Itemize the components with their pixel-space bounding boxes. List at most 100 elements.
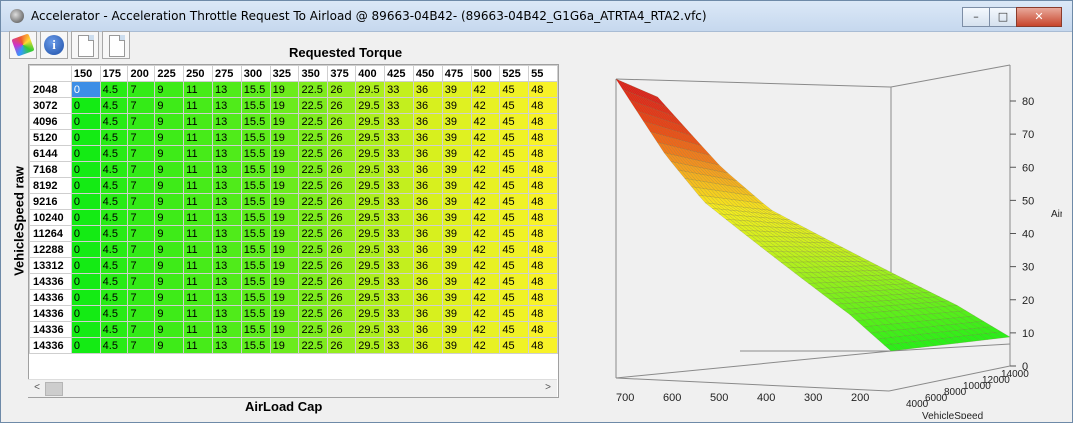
table-cell[interactable]: 7 bbox=[127, 257, 156, 274]
table-cell[interactable]: 22.5 bbox=[298, 305, 329, 322]
table-cell[interactable]: 36 bbox=[412, 193, 443, 210]
column-header[interactable]: 375 bbox=[327, 65, 357, 82]
table-cell[interactable]: 4.5 bbox=[99, 97, 129, 114]
table-cell[interactable]: 42 bbox=[470, 257, 501, 274]
table-cell[interactable]: 15.5 bbox=[240, 113, 271, 130]
table-cell[interactable]: 26 bbox=[327, 241, 357, 258]
table-cell[interactable]: 45 bbox=[499, 273, 530, 290]
table-cell[interactable]: 4.5 bbox=[99, 161, 129, 178]
table-cell[interactable]: 19 bbox=[269, 161, 300, 178]
table-cell[interactable]: 11 bbox=[183, 241, 213, 258]
table-cell[interactable]: 19 bbox=[269, 225, 300, 242]
table-cell[interactable]: 9 bbox=[154, 337, 185, 354]
table-cell[interactable]: 15.5 bbox=[240, 193, 271, 210]
table-cell[interactable]: 22.5 bbox=[298, 257, 329, 274]
table-cell[interactable]: 9 bbox=[154, 81, 185, 98]
table-cell[interactable]: 48 bbox=[528, 321, 558, 338]
table-cell[interactable]: 15.5 bbox=[240, 209, 271, 226]
table-cell[interactable]: 22.5 bbox=[298, 273, 329, 290]
table-cell[interactable]: 9 bbox=[154, 145, 185, 162]
table-cell[interactable]: 4.5 bbox=[99, 273, 129, 290]
table-cell[interactable]: 45 bbox=[499, 145, 530, 162]
table-cell[interactable]: 9 bbox=[154, 321, 185, 338]
table-cell[interactable]: 26 bbox=[327, 257, 357, 274]
table-cell[interactable]: 36 bbox=[412, 177, 443, 194]
table-cell[interactable]: 26 bbox=[327, 193, 357, 210]
table-cell[interactable]: 7 bbox=[127, 337, 156, 354]
table-cell[interactable]: 0 bbox=[70, 177, 101, 194]
table-cell[interactable]: 45 bbox=[499, 97, 530, 114]
table-cell[interactable]: 19 bbox=[269, 129, 300, 146]
column-header[interactable]: 525 bbox=[499, 65, 530, 82]
table-cell[interactable]: 48 bbox=[528, 113, 558, 130]
table-cell[interactable]: 48 bbox=[528, 289, 558, 306]
table-cell[interactable]: 36 bbox=[412, 305, 443, 322]
table-cell[interactable]: 39 bbox=[441, 113, 472, 130]
table-cell[interactable]: 29.5 bbox=[355, 129, 386, 146]
table-cell[interactable]: 48 bbox=[528, 145, 558, 162]
table-cell[interactable]: 48 bbox=[528, 81, 558, 98]
table-cell[interactable]: 0 bbox=[70, 193, 101, 210]
table-cell[interactable]: 33 bbox=[384, 321, 414, 338]
table-cell[interactable]: 36 bbox=[412, 161, 443, 178]
table-cell[interactable]: 19 bbox=[269, 209, 300, 226]
table-cell[interactable]: 4.5 bbox=[99, 193, 129, 210]
table-cell[interactable]: 15.5 bbox=[240, 257, 271, 274]
table-cell[interactable]: 26 bbox=[327, 161, 357, 178]
column-header[interactable]: 425 bbox=[384, 65, 414, 82]
table-cell[interactable]: 9 bbox=[154, 177, 185, 194]
minimize-button[interactable]: – bbox=[962, 7, 990, 27]
table-cell[interactable]: 42 bbox=[470, 209, 501, 226]
table-cell[interactable]: 42 bbox=[470, 177, 501, 194]
table-cell[interactable]: 0 bbox=[70, 113, 101, 130]
row-header[interactable]: 9216 bbox=[29, 193, 72, 210]
table-cell[interactable]: 0 bbox=[70, 305, 101, 322]
table-cell[interactable]: 11 bbox=[183, 209, 213, 226]
table-cell[interactable]: 13 bbox=[211, 209, 242, 226]
table-cell[interactable]: 29.5 bbox=[355, 257, 386, 274]
table-cell[interactable]: 9 bbox=[154, 161, 185, 178]
table-cell[interactable]: 22.5 bbox=[298, 241, 329, 258]
table-cell[interactable]: 9 bbox=[154, 209, 185, 226]
column-header[interactable]: 325 bbox=[269, 65, 300, 82]
table-cell[interactable]: 29.5 bbox=[355, 145, 386, 162]
table-cell[interactable]: 33 bbox=[384, 81, 414, 98]
table-cell[interactable]: 29.5 bbox=[355, 321, 386, 338]
table-cell[interactable]: 19 bbox=[269, 305, 300, 322]
table-cell[interactable]: 26 bbox=[327, 113, 357, 130]
row-header[interactable]: 5120 bbox=[29, 129, 72, 146]
table-cell[interactable]: 7 bbox=[127, 193, 156, 210]
table-cell[interactable]: 33 bbox=[384, 273, 414, 290]
table-cell[interactable]: 39 bbox=[441, 97, 472, 114]
table-cell[interactable]: 29.5 bbox=[355, 81, 386, 98]
table-cell[interactable]: 48 bbox=[528, 305, 558, 322]
table-cell[interactable]: 7 bbox=[127, 145, 156, 162]
column-header[interactable]: 300 bbox=[240, 65, 271, 82]
table-cell[interactable]: 9 bbox=[154, 113, 185, 130]
table-cell[interactable]: 45 bbox=[499, 225, 530, 242]
table-cell[interactable]: 15.5 bbox=[240, 305, 271, 322]
table-cell[interactable]: 13 bbox=[211, 337, 242, 354]
row-header[interactable]: 12288 bbox=[29, 241, 72, 258]
table-cell[interactable]: 13 bbox=[211, 145, 242, 162]
table-cell[interactable]: 13 bbox=[211, 305, 242, 322]
table-cell[interactable]: 45 bbox=[499, 177, 530, 194]
table-cell[interactable]: 22.5 bbox=[298, 177, 329, 194]
row-header[interactable]: 14336 bbox=[29, 321, 72, 338]
table-cell[interactable]: 0 bbox=[70, 289, 101, 306]
table-cell[interactable]: 15.5 bbox=[240, 225, 271, 242]
table-cell[interactable]: 36 bbox=[412, 81, 443, 98]
table-cell[interactable]: 48 bbox=[528, 177, 558, 194]
table-cell[interactable]: 19 bbox=[269, 241, 300, 258]
table-cell[interactable]: 13 bbox=[211, 161, 242, 178]
table-cell[interactable]: 9 bbox=[154, 97, 185, 114]
table-cell[interactable]: 36 bbox=[412, 241, 443, 258]
table-cell[interactable]: 4.5 bbox=[99, 241, 129, 258]
table-cell[interactable]: 15.5 bbox=[240, 321, 271, 338]
row-header[interactable]: 14336 bbox=[29, 337, 72, 354]
table-cell[interactable]: 11 bbox=[183, 289, 213, 306]
table-cell[interactable]: 11 bbox=[183, 337, 213, 354]
table-cell[interactable]: 45 bbox=[499, 193, 530, 210]
table-cell[interactable]: 22.5 bbox=[298, 97, 329, 114]
title-bar[interactable]: Accelerator - Acceleration Throttle Requ… bbox=[1, 1, 1072, 32]
